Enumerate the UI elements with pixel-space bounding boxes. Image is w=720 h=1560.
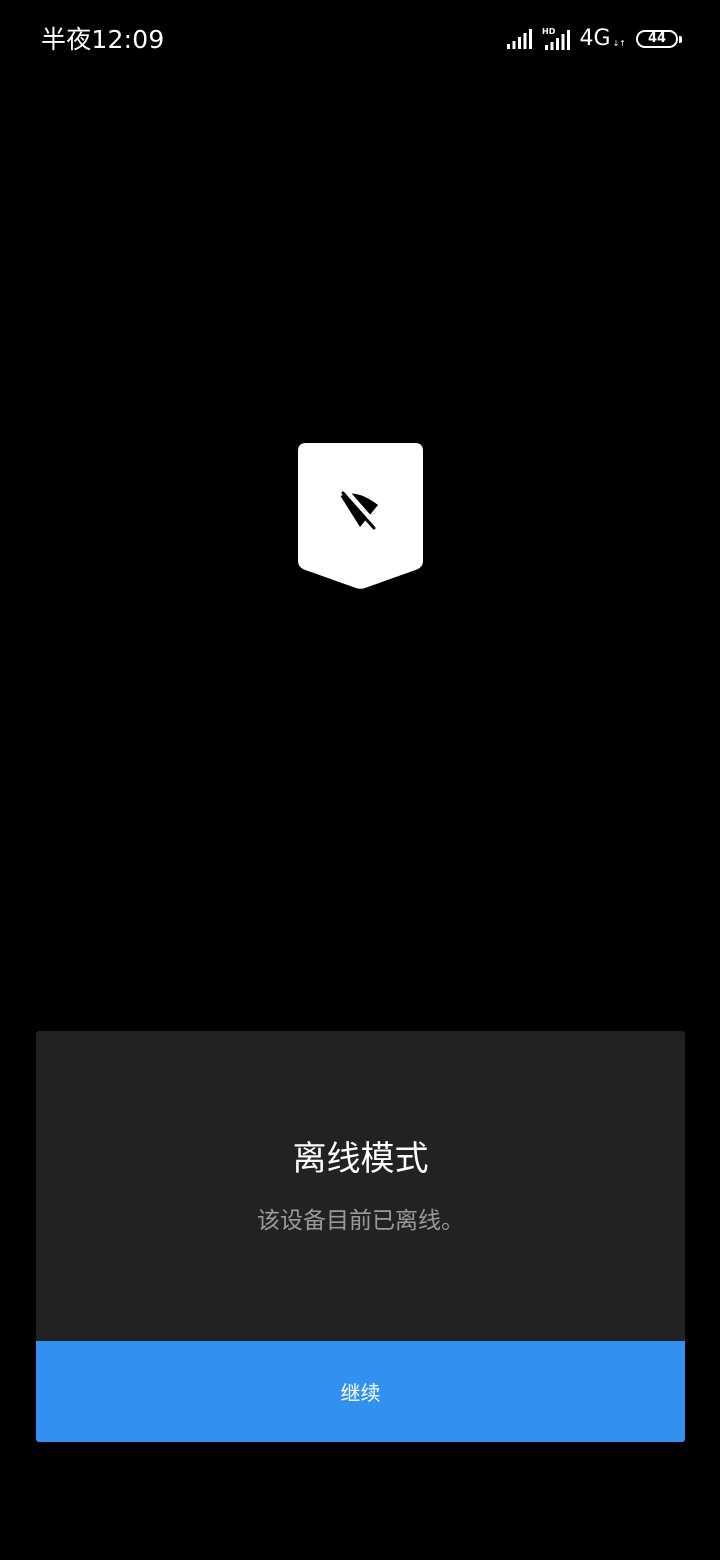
dialog-message: 该设备目前已离线。: [257, 1208, 464, 1234]
network-type: 4G: [579, 26, 611, 51]
continue-button-label: 继续: [340, 1381, 381, 1405]
status-bar: 半夜12:09 HD 4G ↓↑ 44: [0, 0, 720, 80]
network-activity-icon: ↓↑: [612, 39, 626, 48]
hd-label: HD: [542, 27, 556, 36]
battery-level: 44: [647, 31, 667, 46]
network-indicator: 4G ↓↑: [580, 26, 626, 52]
signal-icon: [506, 29, 532, 49]
status-time: 半夜12:09: [41, 25, 165, 54]
hd-signal-icon: HD: [542, 27, 570, 50]
continue-button[interactable]: 继续: [36, 1341, 685, 1442]
battery-icon: 44: [636, 30, 682, 48]
dialog-title: 离线模式: [292, 1139, 429, 1179]
offline-emblem: [298, 443, 423, 589]
status-icons: HD 4G ↓↑ 44: [506, 26, 682, 52]
offline-dialog: 离线模式 该设备目前已离线。 继续: [36, 1031, 685, 1442]
